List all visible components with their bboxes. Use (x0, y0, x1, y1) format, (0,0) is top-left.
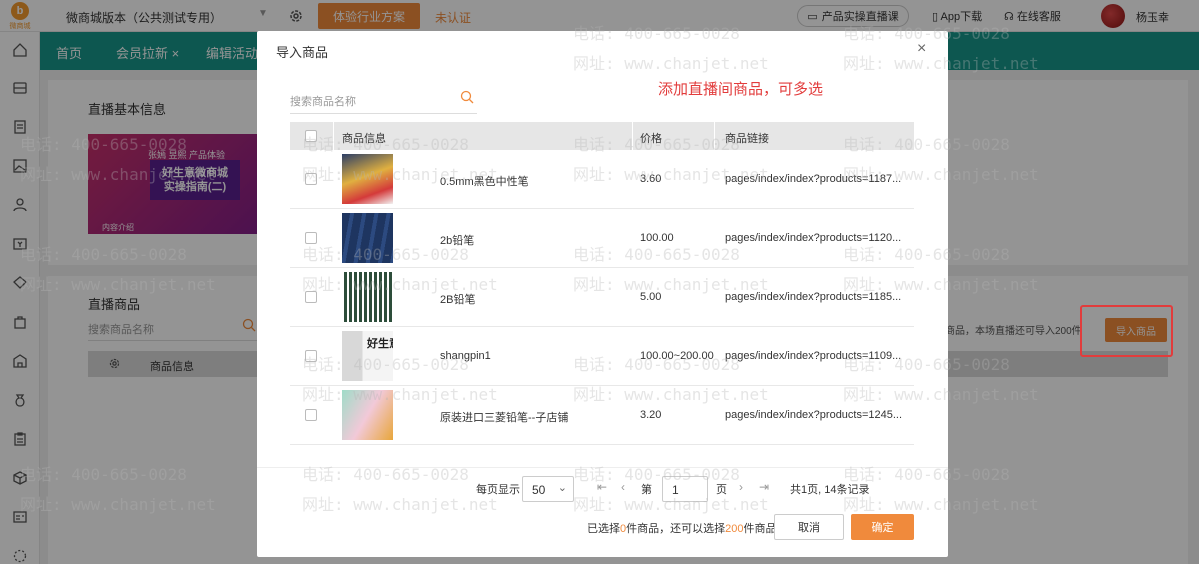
page-suffix: 页 (716, 484, 727, 496)
remaining-count: 200 (725, 523, 744, 535)
product-name: shangpin1 (440, 350, 491, 362)
search-underline (290, 113, 477, 114)
next-page-icon[interactable]: › (739, 480, 743, 494)
annotation-text: 添加直播间商品，可多选 (658, 81, 824, 98)
per-page-value: 50 (532, 483, 546, 497)
selected-suffix: 件商品 (743, 523, 777, 535)
prev-page-icon[interactable]: ‹ (621, 480, 625, 494)
search-icon[interactable] (460, 90, 474, 107)
row-checkbox[interactable] (305, 173, 317, 185)
table-row[interactable]: 好生意 shangpin1 100.00~200.00 pages/index/… (290, 327, 914, 386)
row-checkbox[interactable] (305, 291, 317, 303)
page-number-input[interactable]: 1 (662, 476, 708, 502)
column-divider (714, 122, 715, 150)
select-all-checkbox[interactable] (305, 130, 317, 142)
import-products-dialog: 导入商品 × 添加直播间商品，可多选 搜索商品名称 商品信息 价格 商品链接 0… (257, 31, 948, 557)
column-link: 商品链接 (725, 133, 769, 145)
column-divider (632, 122, 633, 150)
product-name: 0.5mm黑色中性笔 (440, 176, 529, 188)
table-row[interactable]: 2b铅笔 100.00 pages/index/index?products=1… (290, 209, 914, 268)
close-icon[interactable]: × (917, 40, 926, 58)
product-link: pages/index/index?products=1120... (725, 232, 902, 244)
confirm-button[interactable]: 确定 (851, 514, 914, 540)
highlight-box (1080, 305, 1173, 357)
product-thumbnail (342, 390, 393, 440)
product-price: 100.00 (640, 232, 674, 244)
pagination: 每页显示 50 ⌄ ⇤ ‹ 第 1 页 › ⇥ 共1页, 14条记录 (257, 467, 948, 507)
per-page-select[interactable]: 50 ⌄ (522, 476, 574, 502)
column-price: 价格 (640, 133, 662, 145)
last-page-icon[interactable]: ⇥ (759, 480, 769, 494)
cancel-button[interactable]: 取消 (774, 514, 844, 540)
dialog-search-input[interactable]: 搜索商品名称 (290, 93, 356, 109)
row-checkbox[interactable] (305, 409, 317, 421)
per-page-label: 每页显示 (476, 484, 520, 496)
product-price: 3.20 (640, 409, 662, 421)
column-divider (333, 122, 334, 150)
selected-prefix: 已选择 (587, 523, 620, 535)
table-row[interactable]: 原装进口三菱铅笔--子店铺 3.20 pages/index/index?pro… (290, 386, 914, 445)
product-link: pages/index/index?products=1187... (725, 173, 902, 185)
row-checkbox[interactable] (305, 232, 317, 244)
product-price: 100.00~200.00 (640, 350, 714, 362)
thumbnail-text: 好生意 (367, 338, 393, 350)
selected-mid: 件商品，还可以选择 (626, 523, 726, 535)
product-link: pages/index/index?products=1109... (725, 350, 902, 362)
row-checkbox[interactable] (305, 350, 317, 362)
table-row[interactable]: 0.5mm黑色中性笔 3.60 pages/index/index?produc… (290, 150, 914, 209)
product-thumbnail (342, 272, 393, 322)
product-table: 商品信息 价格 商品链接 0.5mm黑色中性笔 3.60 pages/index… (290, 122, 914, 445)
table-header: 商品信息 价格 商品链接 (290, 122, 914, 150)
product-name: 2B铅笔 (440, 294, 476, 306)
dialog-title: 导入商品 (276, 45, 329, 60)
chevron-down-icon: ⌄ (557, 482, 567, 494)
product-name: 原装进口三菱铅笔--子店铺 (440, 412, 569, 424)
product-link: pages/index/index?products=1245... (725, 409, 903, 421)
page-prefix: 第 (641, 484, 652, 496)
product-price: 5.00 (640, 291, 662, 303)
product-link: pages/index/index?products=1185... (725, 291, 902, 303)
product-price: 3.60 (640, 173, 662, 185)
pagination-total: 共1页, 14条记录 (790, 484, 870, 496)
product-thumbnail: 好生意 (342, 331, 393, 381)
table-row[interactable]: 2B铅笔 5.00 pages/index/index?products=118… (290, 268, 914, 327)
selection-summary: 已选择0件商品，还可以选择200件商品 (587, 520, 776, 536)
product-thumbnail (342, 154, 393, 204)
product-name: 2b铅笔 (440, 235, 475, 247)
column-product-info: 商品信息 (342, 133, 386, 145)
first-page-icon[interactable]: ⇤ (597, 480, 607, 494)
product-thumbnail (342, 213, 393, 263)
